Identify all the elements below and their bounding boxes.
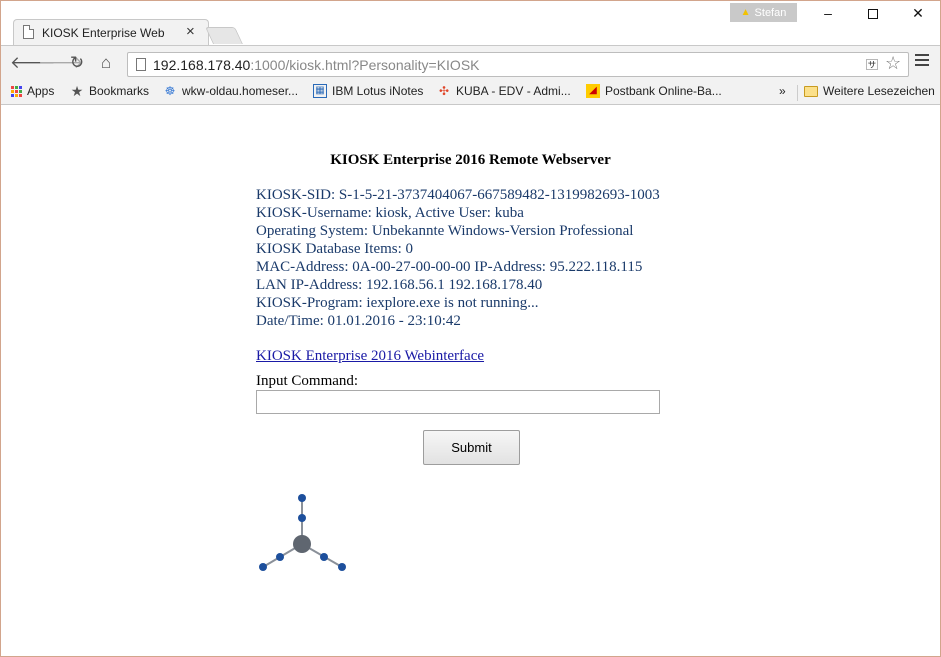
maximize-button[interactable] [850,5,896,22]
reload-icon[interactable]: ↻ [67,53,87,73]
url-host: 192.168.178.40 [153,57,251,73]
translate-icon[interactable]: 🈂 [866,56,878,73]
apps-grid-icon [11,85,22,97]
back-icon[interactable]: 🡐 [10,53,56,73]
command-input[interactable] [256,390,660,414]
browser-window: KIOSK Enterprise Web × ▲ Stefan – ✕ 🡐 🡒 … [0,0,941,657]
inotes-icon: ▦ [313,84,327,98]
info-line-os: Operating System: Unbekannte Windows-Ver… [256,223,634,239]
maximize-icon [868,9,878,19]
profile-button[interactable]: ▲ Stefan [730,3,797,22]
bookmark-label: IBM Lotus iNotes [332,84,424,98]
menu-icon[interactable] [915,54,929,69]
minimize-button[interactable]: – [805,5,851,21]
url-path: :1000/kiosk.html?Personality=KIOSK [250,57,480,73]
bookmark-kuba[interactable]: ✣ KUBA - EDV - Admi... [437,84,571,98]
network-icon: ☸ [164,84,176,98]
webinterface-link[interactable]: KIOSK Enterprise 2016 Webinterface [256,348,484,365]
bookmark-label: Bookmarks [89,84,150,98]
url-text[interactable]: 192.168.178.40:1000/kiosk.html?Personali… [153,57,480,73]
page-icon [23,25,34,39]
info-line-mac: MAC-Address: 0A-00-27-00-00-00 IP-Addres… [256,259,643,275]
folder-icon [804,85,818,97]
submit-button[interactable]: Submit [423,430,520,465]
browser-toolbar: 🡐 🡒 ↻ ⌂ 192.168.178.40:1000/kiosk.html?P… [1,45,940,81]
system-info: KIOSK-SID: S-1-5-21-3737404067-667589482… [256,186,660,330]
info-line-username: KIOSK-Username: kiosk, Active User: kuba [256,205,524,221]
warning-icon: ▲ [740,7,751,18]
info-line-db-items: KIOSK Database Items: 0 [256,241,414,257]
info-line-lan-ip: LAN IP-Address: 192.168.56.1 192.168.178… [256,277,543,293]
page-title: KIOSK Enterprise 2016 Remote Webserver [330,152,611,168]
more-bookmarks-button[interactable]: » [779,84,786,98]
close-window-button[interactable]: ✕ [895,5,941,22]
home-icon[interactable]: ⌂ [96,53,116,73]
bookmark-other-folder[interactable]: Weitere Lesezeichen [804,84,935,98]
bookmark-inotes[interactable]: ▦ IBM Lotus iNotes [313,84,423,98]
joomla-icon: ✣ [438,84,450,98]
postbank-icon: ◢ [586,84,600,98]
tab-title: KIOSK Enterprise Web [42,26,165,40]
page-content: KIOSK Enterprise 2016 Remote Webserver K… [1,106,940,656]
info-line-sid: KIOSK-SID: S-1-5-21-3737404067-667589482… [256,187,660,203]
bookmark-apps[interactable]: Apps [11,84,54,98]
title-bar: KIOSK Enterprise Web × ▲ Stefan – ✕ [1,1,941,46]
bookmark-label: Apps [27,84,55,98]
bookmark-label: Weitere Lesezeichen [823,84,935,98]
bookmark-wkw[interactable]: ☸ wkw-oldau.homeser... [163,84,298,98]
tab-close-icon[interactable]: × [186,23,195,40]
info-line-program: KIOSK-Program: iexplore.exe is not runni… [256,295,539,311]
profile-name: Stefan [754,6,787,19]
info-line-datetime: Date/Time: 01.01.2016 - 23:10:42 [256,313,461,329]
address-bar[interactable]: 192.168.178.40:1000/kiosk.html?Personali… [127,52,909,77]
new-tab-button[interactable] [205,27,243,44]
bookmarks-bar: Apps ★ Bookmarks ☸ wkw-oldau.homeser... … [1,81,940,105]
bookmarks-separator [797,85,798,101]
bookmark-star-icon[interactable]: ☆ [885,53,901,74]
bookmark-label: KUBA - EDV - Admi... [456,84,571,98]
forward-icon[interactable]: 🡒 [38,53,84,73]
input-command-label: Input Command: [256,373,359,389]
bookmark-bookmarks[interactable]: ★ Bookmarks [70,84,149,98]
bookmark-postbank[interactable]: ◢ Postbank Online-Ba... [586,84,722,98]
star-icon: ★ [70,83,84,99]
bookmark-label: wkw-oldau.homeser... [182,84,299,98]
bookmark-label: Postbank Online-Ba... [605,84,722,98]
page-info-icon[interactable] [136,58,146,71]
kiosk-logo-icon [259,494,346,571]
